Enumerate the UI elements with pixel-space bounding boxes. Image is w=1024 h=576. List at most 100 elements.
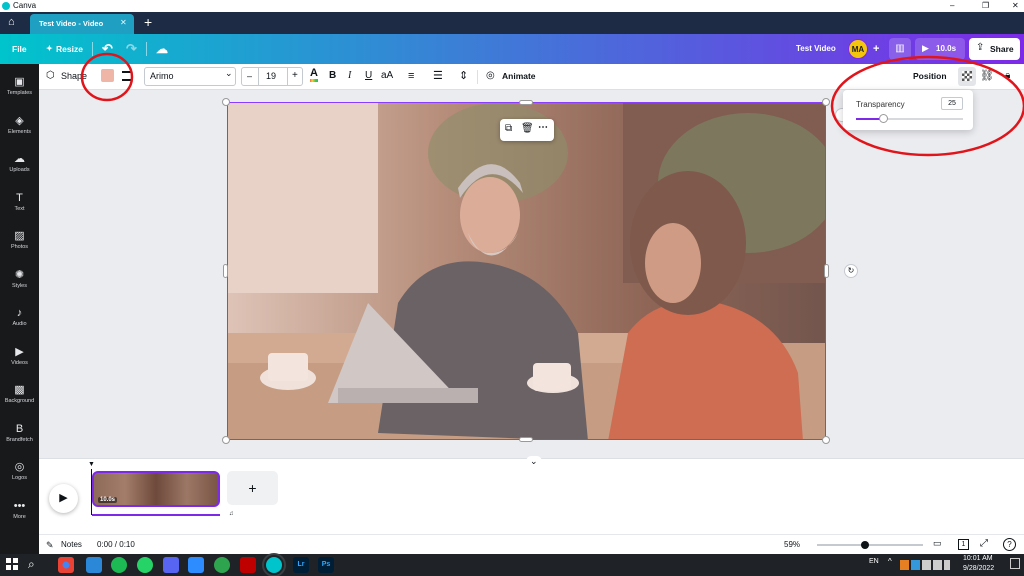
border-style-icon[interactable] xyxy=(122,71,132,81)
resize-handle[interactable] xyxy=(822,436,830,444)
sidebar-item-templates[interactable]: ▣ Templates xyxy=(0,70,39,108)
sidebar-item-styles[interactable]: ✺ Styles xyxy=(0,263,39,301)
position-button[interactable]: Position xyxy=(913,67,947,85)
canva-taskbar-icon[interactable] xyxy=(262,553,286,576)
lock-icon[interactable]: 🔒︎ xyxy=(1005,67,1010,85)
resize-handle[interactable] xyxy=(519,437,533,442)
font-size-stepper[interactable]: – 19 + xyxy=(241,67,303,86)
close-window-button[interactable]: ✕ xyxy=(1012,0,1019,12)
filezilla-icon[interactable] xyxy=(240,557,256,573)
duplicate-icon[interactable]: ⧉ xyxy=(505,123,512,134)
add-member-button[interactable]: + xyxy=(873,34,879,64)
discord-icon[interactable] xyxy=(163,557,179,573)
notes-icon[interactable]: ✎ xyxy=(46,540,54,551)
resize-icon[interactable]: ✦ xyxy=(46,34,53,64)
delete-icon[interactable]: 🗑︎ xyxy=(521,123,534,134)
page-count[interactable]: 1 xyxy=(958,539,969,550)
increase-font-button[interactable]: + xyxy=(292,70,298,81)
tray-expand-icon[interactable]: ^ xyxy=(888,557,892,566)
file-menu[interactable]: File xyxy=(12,34,27,64)
notifications-icon[interactable] xyxy=(1010,558,1020,569)
resize-handle[interactable] xyxy=(222,436,230,444)
zoom-slider-thumb[interactable] xyxy=(861,541,869,549)
sidebar-item-audio[interactable]: ♪ Audio xyxy=(0,301,39,339)
fullscreen-icon[interactable]: ⤢ xyxy=(980,538,988,549)
sidebar-item-uploads[interactable]: ☁ Uploads xyxy=(0,147,39,185)
bold-button[interactable]: B xyxy=(329,67,336,85)
help-button[interactable]: ? xyxy=(1003,538,1016,551)
underline-button[interactable]: U xyxy=(365,67,372,85)
new-tab-button[interactable]: + xyxy=(144,14,152,30)
notes-button[interactable]: Notes xyxy=(61,540,82,549)
font-select[interactable]: Arimo ⌄ xyxy=(144,67,236,86)
font-size-value[interactable]: 19 xyxy=(266,71,276,81)
sidebar-item-text[interactable]: T Text xyxy=(0,186,39,224)
sidebar-item-logos[interactable]: ◎ Logos xyxy=(0,455,39,493)
present-button[interactable]: ▶ 10.0s xyxy=(915,38,965,60)
spotify-icon[interactable] xyxy=(111,557,127,573)
grid-view-icon[interactable]: ▭ xyxy=(933,538,942,549)
play-button[interactable]: ▶ xyxy=(49,484,78,513)
sidebar-item-photos[interactable]: ▨ Photos xyxy=(0,224,39,262)
transparency-slider-thumb[interactable] xyxy=(878,114,888,123)
decrease-font-button[interactable]: – xyxy=(247,71,252,81)
collapse-timeline-button[interactable]: ⌄ xyxy=(526,456,542,467)
animate-button[interactable]: Animate xyxy=(502,67,536,85)
whatsapp-icon[interactable] xyxy=(137,557,153,573)
transparency-value-input[interactable]: 25 xyxy=(941,97,963,110)
search-icon[interactable]: ⌕ xyxy=(28,557,35,572)
sidebar-item-videos[interactable]: ▶ Videos xyxy=(0,340,39,378)
edge-icon[interactable] xyxy=(86,557,102,573)
design-canvas[interactable]: ⧉ 🗑︎ ⋯ xyxy=(227,102,826,440)
resize-button[interactable]: Resize xyxy=(56,34,83,64)
align-icon[interactable]: ≡ xyxy=(408,67,414,85)
system-tray-icons[interactable] xyxy=(900,560,950,570)
clock-date[interactable]: 9/28/2022 xyxy=(963,565,994,572)
text-color-button[interactable]: A xyxy=(310,67,318,82)
tab-close-icon[interactable]: ✕ xyxy=(120,18,127,27)
sidebar-item-more[interactable]: ••• More xyxy=(0,494,39,532)
zoom-slider[interactable] xyxy=(817,541,923,549)
playhead-icon[interactable]: ▼ xyxy=(88,461,95,468)
language-indicator[interactable]: EN xyxy=(869,558,879,565)
sidebar-item-background[interactable]: ▩ Background xyxy=(0,378,39,416)
more-options-icon[interactable]: ⋯ xyxy=(538,122,548,133)
project-name[interactable]: Test Video xyxy=(796,34,836,64)
rotate-handle-icon[interactable]: ↻ xyxy=(844,264,858,278)
share-button[interactable]: ⇪ Share xyxy=(969,38,1020,60)
user-avatar[interactable]: MA xyxy=(848,39,868,59)
xbox-icon[interactable] xyxy=(214,557,230,573)
resize-handle[interactable] xyxy=(824,264,829,278)
maximize-button[interactable]: ❐ xyxy=(982,0,989,12)
resize-handle[interactable] xyxy=(519,100,533,105)
lightroom-icon[interactable]: Lr xyxy=(293,557,309,573)
undo-button[interactable]: ↶ xyxy=(102,34,113,64)
shape-button[interactable]: Shape xyxy=(61,67,87,85)
zoom-app-icon[interactable] xyxy=(188,557,204,573)
resize-handle[interactable] xyxy=(222,98,230,106)
transparency-slider-track[interactable] xyxy=(856,114,963,123)
resize-handle[interactable] xyxy=(822,98,830,106)
shape-color-swatch[interactable] xyxy=(101,69,114,82)
resize-handle[interactable] xyxy=(223,264,228,278)
tab-test-video[interactable]: Test Video - Video ✕ xyxy=(30,14,134,34)
letter-case-button[interactable]: aA xyxy=(381,67,393,85)
italic-button[interactable]: I xyxy=(348,67,351,85)
spacing-icon[interactable]: ⇕ xyxy=(459,67,468,85)
home-icon[interactable]: ⌂ xyxy=(8,16,15,28)
minimize-button[interactable]: – xyxy=(950,0,954,12)
redo-button[interactable]: ↷ xyxy=(126,34,137,64)
clock-time[interactable]: 10:01 AM xyxy=(963,555,993,562)
windows-start-icon[interactable] xyxy=(6,558,18,570)
photoshop-icon[interactable]: Ps xyxy=(318,557,334,573)
sidebar-item-brandfetch[interactable]: B Brandfetch xyxy=(0,417,39,455)
chrome-icon[interactable] xyxy=(58,557,74,573)
list-icon[interactable]: ☰ xyxy=(433,67,443,85)
link-icon[interactable]: ⛓ xyxy=(980,67,994,85)
add-page-button[interactable]: + xyxy=(227,471,278,505)
sidebar-item-elements[interactable]: ◈ Elements xyxy=(0,109,39,147)
audio-toggle-icon[interactable]: ♫ xyxy=(229,511,234,517)
video-clip[interactable]: 10.0s xyxy=(92,471,220,507)
transparency-button[interactable] xyxy=(958,67,976,86)
insights-icon[interactable]: ▥ xyxy=(889,38,911,60)
